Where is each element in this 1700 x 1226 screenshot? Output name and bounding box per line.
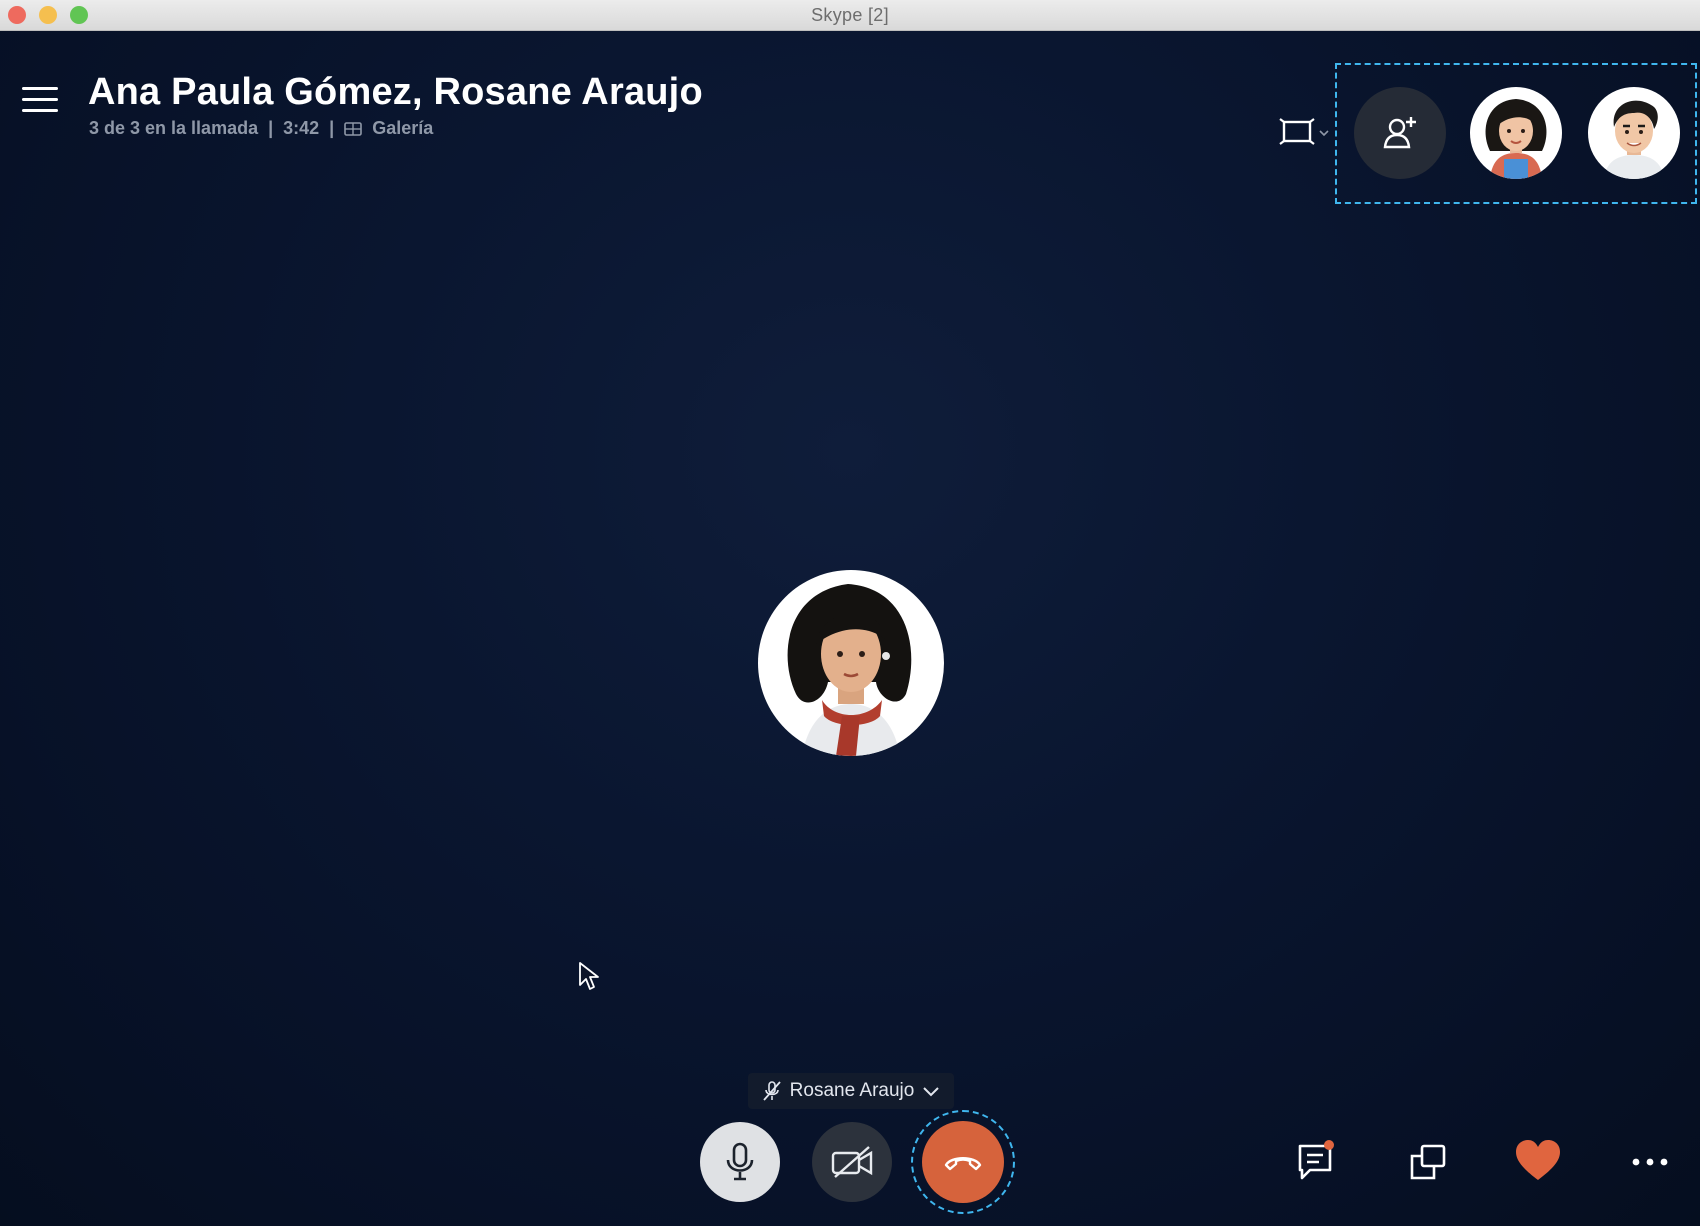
call-status: 3 de 3 en la llamada | 3:42 | Galería	[89, 118, 433, 139]
separator: |	[329, 118, 335, 138]
participants-count: 3 de 3 en la llamada	[89, 118, 259, 138]
participant-thumbnail-ana[interactable]	[1470, 87, 1562, 179]
more-icon	[1632, 1158, 1668, 1166]
more-options-button[interactable]	[1626, 1138, 1674, 1186]
rosane-araujo-avatar	[787, 584, 912, 756]
mouse-cursor-icon	[579, 962, 599, 990]
chat-icon	[1298, 1144, 1332, 1180]
menu-button[interactable]	[22, 87, 58, 117]
ana-paula-avatar	[1485, 99, 1547, 179]
window-title: Skype [2]	[811, 5, 889, 25]
video-off-icon	[831, 1146, 873, 1178]
screen-size-button[interactable]	[1278, 115, 1332, 151]
fullscreen-icon	[1279, 118, 1329, 145]
active-speaker-name: Rosane Araujo	[789, 1080, 915, 1101]
call-stage: Ana Paula Gómez, Rosane Araujo 3 de 3 en…	[0, 31, 1700, 1226]
gallery-icon	[344, 121, 363, 136]
separator: |	[268, 118, 274, 138]
call-title: Ana Paula Gómez, Rosane Araujo	[88, 71, 703, 113]
end-call-button[interactable]	[922, 1121, 1004, 1203]
participant-thumbnail-man[interactable]	[1588, 87, 1680, 179]
menu-icon-bar	[22, 87, 58, 90]
male-participant-avatar	[1604, 100, 1664, 179]
share-screen-button[interactable]	[1404, 1138, 1452, 1186]
add-person-icon	[1383, 117, 1416, 149]
active-speaker-label[interactable]: Rosane Araujo	[748, 1073, 954, 1109]
heart-icon	[1516, 1140, 1560, 1180]
muted-mic-icon	[762, 1081, 781, 1101]
share-screen-icon	[1410, 1144, 1446, 1180]
hang-up-icon	[944, 1157, 982, 1171]
notification-badge	[1324, 1140, 1334, 1150]
title-bar: Skype [2]	[0, 0, 1700, 31]
main-participant-avatar	[758, 570, 944, 756]
menu-icon-bar	[22, 109, 58, 112]
add-participant-button[interactable]	[1354, 87, 1446, 179]
mute-microphone-button[interactable]	[700, 1122, 780, 1202]
toggle-video-button[interactable]	[812, 1122, 892, 1202]
call-duration: 3:42	[283, 118, 320, 138]
open-chat-button[interactable]	[1294, 1138, 1342, 1186]
microphone-icon	[726, 1142, 754, 1181]
send-reaction-button[interactable]	[1514, 1138, 1562, 1186]
chevron-down-icon	[923, 1087, 940, 1097]
menu-icon-bar	[22, 98, 58, 101]
view-mode[interactable]: Galería	[372, 118, 433, 139]
skype-window: Skype [2] Ana Paula Gómez, Rosane Araujo…	[0, 0, 1700, 1226]
